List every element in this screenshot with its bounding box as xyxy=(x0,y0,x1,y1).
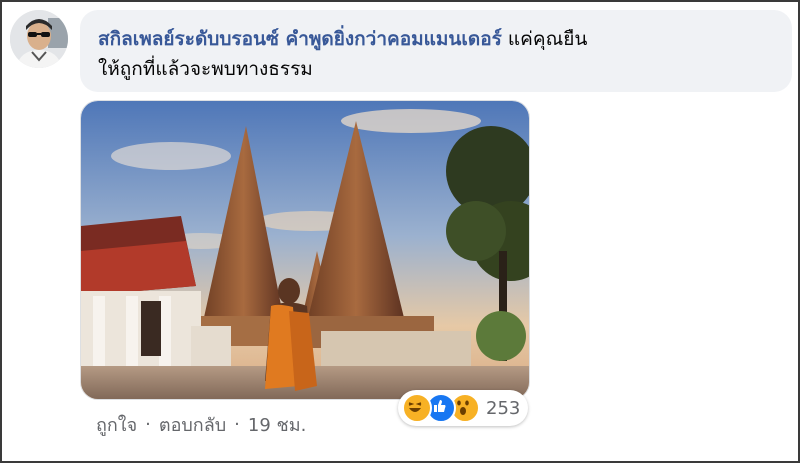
comment-text-part1: แค่คุณยืน xyxy=(507,28,588,50)
comment-line-1: สกิลเพลย์ระดับบรอนซ์ คำพูดยิ่งกว่าคอมแมน… xyxy=(98,24,774,54)
comment-timestamp[interactable]: 19 ชม. xyxy=(248,410,306,439)
comment-photo[interactable] xyxy=(80,100,530,400)
separator-dot: · xyxy=(145,414,151,435)
reply-link[interactable]: ตอบกลับ xyxy=(159,410,226,439)
comment-author-name[interactable]: สกิลเพลย์ระดับบรอนซ์ คำพูดยิ่งกว่าคอมแมน… xyxy=(98,28,502,50)
reactions-summary[interactable]: 253 xyxy=(398,390,529,426)
reaction-count: 253 xyxy=(486,397,521,419)
commenter-avatar[interactable] xyxy=(10,10,68,68)
comment-bubble: สกิลเพลย์ระดับบรอนซ์ คำพูดยิ่งกว่าคอมแมน… xyxy=(80,10,792,92)
comment-text-part2: ให้ถูกที่แล้วจะพบทางธรรม xyxy=(98,58,313,80)
like-link[interactable]: ถูกใจ xyxy=(96,410,137,439)
comment-actions: ถูกใจ · ตอบกลับ · 19 ชม. xyxy=(96,410,306,439)
separator-dot: · xyxy=(234,414,240,435)
haha-icon xyxy=(402,393,432,423)
